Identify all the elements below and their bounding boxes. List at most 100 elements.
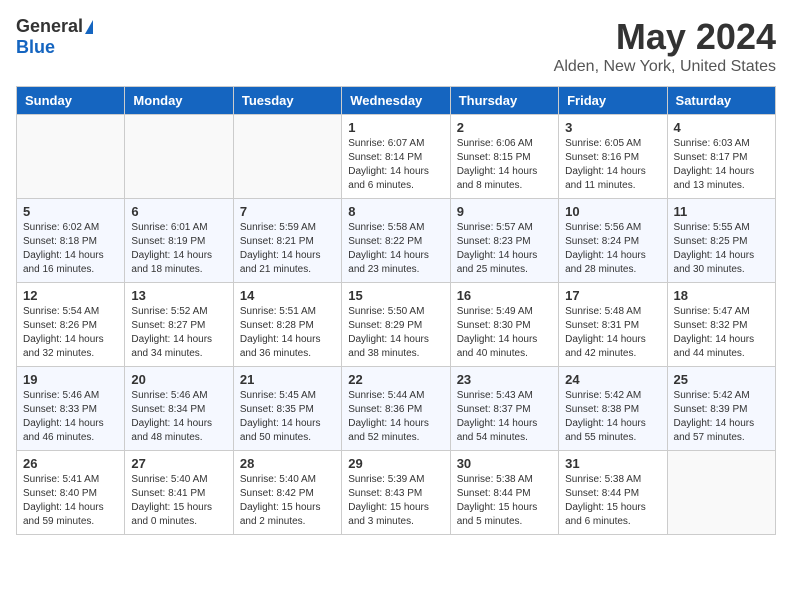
day-detail: Sunrise: 5:51 AMSunset: 8:28 PMDaylight:… — [240, 305, 335, 361]
calendar-cell: 16 Sunrise: 5:49 AMSunset: 8:30 PMDayligh… — [450, 283, 558, 367]
day-number: 15 — [348, 288, 443, 303]
day-detail: Sunrise: 5:40 AMSunset: 8:42 PMDaylight:… — [240, 473, 335, 529]
calendar-cell: 30Sunrise: 5:38 AMSunset: 8:44 PMDayligh… — [450, 451, 558, 535]
logo-triangle-icon — [85, 20, 93, 34]
calendar-cell: 13 Sunrise: 5:52 AMSunset: 8:27 PMDayligh… — [125, 283, 233, 367]
day-number: 22 — [348, 372, 443, 387]
calendar-cell: 28 Sunrise: 5:40 AMSunset: 8:42 PMDayligh… — [233, 451, 341, 535]
calendar-cell: 27 Sunrise: 5:40 AMSunset: 8:41 PMDayligh… — [125, 451, 233, 535]
day-detail: Sunrise: 5:42 AMSunset: 8:39 PMDaylight:… — [674, 389, 769, 445]
calendar-week-1: 1 Sunrise: 6:07 AMSunset: 8:14 PMDaylight… — [17, 115, 776, 199]
calendar-week-3: 12Sunrise: 5:54 AMSunset: 8:26 PMDayligh… — [17, 283, 776, 367]
calendar-cell: 14 Sunrise: 5:51 AMSunset: 8:28 PMDayligh… — [233, 283, 341, 367]
day-detail: Sunrise: 5:59 AMSunset: 8:21 PMDaylight:… — [240, 221, 335, 277]
header-day-friday: Friday — [559, 87, 667, 115]
day-number: 1 — [348, 120, 443, 135]
calendar-cell: 22 Sunrise: 5:44 AMSunset: 8:36 PMDayligh… — [342, 367, 450, 451]
calendar-body: 1 Sunrise: 6:07 AMSunset: 8:14 PMDaylight… — [17, 115, 776, 535]
day-detail: Sunrise: 5:46 AMSunset: 8:33 PMDaylight:… — [23, 389, 118, 445]
day-number: 31 — [565, 456, 660, 471]
calendar-cell: 24 Sunrise: 5:42 AMSunset: 8:38 PMDayligh… — [559, 367, 667, 451]
calendar-cell: 12Sunrise: 5:54 AMSunset: 8:26 PMDayligh… — [17, 283, 125, 367]
day-number: 4 — [674, 120, 769, 135]
day-detail: Sunrise: 5:49 AMSunset: 8:30 PMDaylight:… — [457, 305, 552, 361]
day-detail: Sunrise: 5:41 AMSunset: 8:40 PMDaylight:… — [23, 473, 118, 529]
calendar-header: SundayMondayTuesdayWednesdayThursdayFrid… — [17, 87, 776, 115]
day-detail: Sunrise: 5:40 AMSunset: 8:41 PMDaylight:… — [131, 473, 226, 529]
day-number: 29 — [348, 456, 443, 471]
calendar-table: SundayMondayTuesdayWednesdayThursdayFrid… — [16, 86, 776, 535]
day-number: 11 — [674, 204, 769, 219]
day-number: 8 — [348, 204, 443, 219]
day-number: 17 — [565, 288, 660, 303]
day-number: 20 — [131, 372, 226, 387]
header-day-monday: Monday — [125, 87, 233, 115]
logo-general-text: General — [16, 16, 83, 37]
calendar-cell: 8 Sunrise: 5:58 AMSunset: 8:22 PMDaylight… — [342, 199, 450, 283]
calendar-cell: 5 Sunrise: 6:02 AMSunset: 8:18 PMDaylight… — [17, 199, 125, 283]
calendar-cell: 25 Sunrise: 5:42 AMSunset: 8:39 PMDayligh… — [667, 367, 775, 451]
calendar-cell: 4 Sunrise: 6:03 AMSunset: 8:17 PMDaylight… — [667, 115, 775, 199]
calendar-cell — [125, 115, 233, 199]
day-number: 18 — [674, 288, 769, 303]
calendar-cell: 10Sunrise: 5:56 AMSunset: 8:24 PMDayligh… — [559, 199, 667, 283]
day-number: 30 — [457, 456, 552, 471]
calendar-week-5: 26Sunrise: 5:41 AMSunset: 8:40 PMDayligh… — [17, 451, 776, 535]
day-detail: Sunrise: 5:43 AMSunset: 8:37 PMDaylight:… — [457, 389, 552, 445]
calendar-cell: 31 Sunrise: 5:38 AMSunset: 8:44 PMDayligh… — [559, 451, 667, 535]
page-title: May 2024 — [554, 16, 776, 58]
calendar-cell: 2Sunrise: 6:06 AMSunset: 8:15 PMDaylight… — [450, 115, 558, 199]
day-detail: Sunrise: 6:03 AMSunset: 8:17 PMDaylight:… — [674, 137, 769, 193]
day-number: 10 — [565, 204, 660, 219]
day-detail: Sunrise: 5:38 AMSunset: 8:44 PMDaylight:… — [565, 473, 660, 529]
logo: General Blue — [16, 16, 93, 58]
day-number: 2 — [457, 120, 552, 135]
calendar-week-4: 19Sunrise: 5:46 AMSunset: 8:33 PMDayligh… — [17, 367, 776, 451]
day-detail: Sunrise: 5:42 AMSunset: 8:38 PMDaylight:… — [565, 389, 660, 445]
day-detail: Sunrise: 6:01 AMSunset: 8:19 PMDaylight:… — [131, 221, 226, 277]
day-detail: Sunrise: 5:46 AMSunset: 8:34 PMDaylight:… — [131, 389, 226, 445]
day-number: 5 — [23, 204, 118, 219]
day-detail: Sunrise: 6:07 AMSunset: 8:14 PMDaylight:… — [348, 137, 443, 193]
day-detail: Sunrise: 6:02 AMSunset: 8:18 PMDaylight:… — [23, 221, 118, 277]
day-number: 7 — [240, 204, 335, 219]
header-day-tuesday: Tuesday — [233, 87, 341, 115]
day-number: 24 — [565, 372, 660, 387]
calendar-cell: 20 Sunrise: 5:46 AMSunset: 8:34 PMDayligh… — [125, 367, 233, 451]
day-number: 27 — [131, 456, 226, 471]
day-detail: Sunrise: 5:47 AMSunset: 8:32 PMDaylight:… — [674, 305, 769, 361]
calendar-cell: 9Sunrise: 5:57 AMSunset: 8:23 PMDaylight… — [450, 199, 558, 283]
calendar-cell — [667, 451, 775, 535]
day-detail: Sunrise: 5:48 AMSunset: 8:31 PMDaylight:… — [565, 305, 660, 361]
day-number: 25 — [674, 372, 769, 387]
day-detail: Sunrise: 5:44 AMSunset: 8:36 PMDaylight:… — [348, 389, 443, 445]
day-number: 21 — [240, 372, 335, 387]
day-detail: Sunrise: 5:52 AMSunset: 8:27 PMDaylight:… — [131, 305, 226, 361]
calendar-cell: 3Sunrise: 6:05 AMSunset: 8:16 PMDaylight… — [559, 115, 667, 199]
day-detail: Sunrise: 5:58 AMSunset: 8:22 PMDaylight:… — [348, 221, 443, 277]
day-detail: Sunrise: 5:55 AMSunset: 8:25 PMDaylight:… — [674, 221, 769, 277]
page-subtitle: Alden, New York, United States — [554, 58, 776, 76]
day-number: 6 — [131, 204, 226, 219]
day-number: 16 — [457, 288, 552, 303]
header-day-thursday: Thursday — [450, 87, 558, 115]
day-number: 28 — [240, 456, 335, 471]
day-detail: Sunrise: 6:05 AMSunset: 8:16 PMDaylight:… — [565, 137, 660, 193]
day-detail: Sunrise: 5:39 AMSunset: 8:43 PMDaylight:… — [348, 473, 443, 529]
calendar-cell: 18 Sunrise: 5:47 AMSunset: 8:32 PMDayligh… — [667, 283, 775, 367]
calendar-cell — [17, 115, 125, 199]
header-day-wednesday: Wednesday — [342, 87, 450, 115]
header-row: SundayMondayTuesdayWednesdayThursdayFrid… — [17, 87, 776, 115]
header-day-sunday: Sunday — [17, 87, 125, 115]
calendar-cell — [233, 115, 341, 199]
calendar-cell: 6 Sunrise: 6:01 AMSunset: 8:19 PMDaylight… — [125, 199, 233, 283]
calendar-cell: 29 Sunrise: 5:39 AMSunset: 8:43 PMDayligh… — [342, 451, 450, 535]
day-number: 14 — [240, 288, 335, 303]
day-detail: Sunrise: 5:54 AMSunset: 8:26 PMDaylight:… — [23, 305, 118, 361]
page-header: General Blue May 2024 Alden, New York, U… — [16, 16, 776, 76]
calendar-cell: 21Sunrise: 5:45 AMSunset: 8:35 PMDayligh… — [233, 367, 341, 451]
calendar-cell: 19Sunrise: 5:46 AMSunset: 8:33 PMDayligh… — [17, 367, 125, 451]
day-number: 13 — [131, 288, 226, 303]
header-day-saturday: Saturday — [667, 87, 775, 115]
calendar-week-2: 5 Sunrise: 6:02 AMSunset: 8:18 PMDaylight… — [17, 199, 776, 283]
